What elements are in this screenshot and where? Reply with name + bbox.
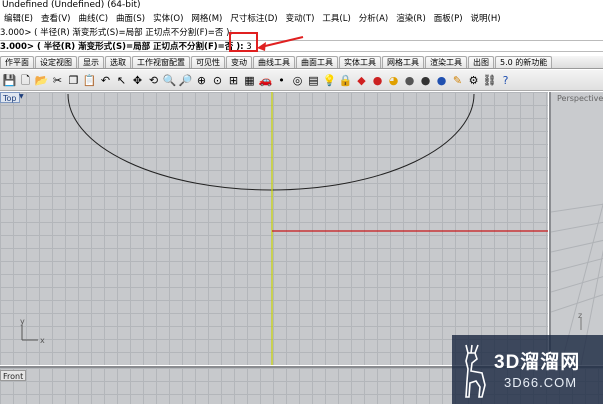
paste-icon[interactable]: 📋 (82, 73, 97, 88)
axis-label-z: z (578, 311, 582, 320)
copy-icon[interactable]: ❐ (66, 73, 81, 88)
tab-visibility[interactable]: 可见性 (191, 56, 225, 68)
viewport-top[interactable]: y x Top ▼ (0, 92, 548, 365)
help-icon[interactable]: ? (498, 73, 513, 88)
perspective-grid: z (551, 202, 603, 365)
tab-display[interactable]: 显示 (78, 56, 104, 68)
window-title: Undefined (Undefined) (64-bit) (0, 0, 603, 12)
arc-curve (67, 93, 475, 191)
command-prompt: 3.000> ( 半径(R) 渐变形式(S)=局部 正切点不分割(F)=否 ): (0, 42, 244, 52)
menu-analyze[interactable]: 分析(A) (355, 12, 392, 26)
menu-help[interactable]: 说明(H) (467, 12, 505, 26)
lock-icon[interactable]: 🔒 (338, 73, 353, 88)
menu-solid[interactable]: 实体(O) (149, 12, 187, 26)
watermark-logo: 3D溜溜网 3D66.COM (452, 335, 603, 404)
render-icon[interactable]: ● (418, 73, 433, 88)
menu-view[interactable]: 查看(V) (37, 12, 74, 26)
tab-drafting[interactable]: 出图 (468, 56, 494, 68)
gear-icon[interactable]: ⚙ (466, 73, 481, 88)
tab-new-in-v5[interactable]: 5.0 的新功能 (495, 56, 553, 68)
standard-toolbar: 💾 🗋 📂 ✂ ❐ 📋 ↶ ↖ ✥ ⟲ 🔍 🔎 ⊕ ⊙ ⊞ ▦ 🚗 • ◎ ▤ … (0, 70, 603, 91)
rotate-view-icon[interactable]: ⟲ (146, 73, 161, 88)
zoom-selected-icon[interactable]: ⊙ (210, 73, 225, 88)
watermark-url: 3D66.COM (504, 375, 578, 390)
select-icon[interactable]: ↖ (114, 73, 129, 88)
sphere-icon[interactable]: ● (402, 73, 417, 88)
material-icon[interactable]: ● (370, 73, 385, 88)
tab-surface-tools[interactable]: 曲面工具 (296, 56, 338, 68)
point-icon[interactable]: • (274, 73, 289, 88)
layer-icon[interactable]: ◆ (354, 73, 369, 88)
tab-solid-tools[interactable]: 实体工具 (339, 56, 381, 68)
zoom-window-icon[interactable]: 🔎 (178, 73, 193, 88)
pan-icon[interactable]: ✥ (130, 73, 145, 88)
highlight-box (229, 32, 258, 52)
deer-logo-icon (465, 344, 486, 398)
four-view-icon[interactable]: ⊞ (226, 73, 241, 88)
viewport-label-front[interactable]: Front (0, 370, 27, 381)
pen-icon[interactable]: ✎ (450, 73, 465, 88)
zoom-extents-icon[interactable]: ⊕ (194, 73, 209, 88)
cut-icon[interactable]: ✂ (50, 73, 65, 88)
tab-curve-tools[interactable]: 曲线工具 (253, 56, 295, 68)
annotation-arrow (257, 36, 304, 51)
menu-dimension[interactable]: 尺寸标注(D) (226, 12, 281, 26)
menu-surface[interactable]: 曲面(S) (112, 12, 149, 26)
menu-render[interactable]: 渲染(R) (392, 12, 430, 26)
open-icon[interactable]: 📂 (34, 73, 49, 88)
menu-curve[interactable]: 曲线(C) (74, 12, 112, 26)
tab-render-tools[interactable]: 渲染工具 (425, 56, 467, 68)
tab-transform[interactable]: 变动 (226, 56, 252, 68)
menu-panels[interactable]: 面板(P) (430, 12, 467, 26)
light-icon[interactable]: 💡 (322, 73, 337, 88)
menu-transform[interactable]: 变动(T) (282, 12, 319, 26)
menu-bar: 编辑(E) 查看(V) 曲线(C) 曲面(S) 实体(O) 网格(M) 尺寸标注… (0, 12, 603, 26)
menu-mesh[interactable]: 网格(M) (187, 12, 226, 26)
tab-set-view[interactable]: 设定视图 (35, 56, 77, 68)
axis-label-x: x (40, 336, 45, 345)
zoom-icon[interactable]: 🔍 (162, 73, 177, 88)
viewport-label-top[interactable]: Top (0, 92, 20, 103)
new-file-icon[interactable]: 🗋 (18, 73, 33, 88)
undo-icon[interactable]: ↶ (98, 73, 113, 88)
viewport-perspective[interactable]: z Perspective (549, 92, 603, 365)
toolbar-tabs: 作平面 设定视图 显示 选取 工作视窗配置 可见性 变动 曲线工具 曲面工具 实… (0, 56, 603, 69)
snap-icon[interactable]: ◎ (290, 73, 305, 88)
color-wheel-icon[interactable]: ◕ (386, 73, 401, 88)
tab-select[interactable]: 选取 (105, 56, 131, 68)
viewport-top-canvas: y x (20, 92, 548, 365)
save-icon[interactable]: 💾 (2, 73, 17, 88)
grid-icon[interactable]: ▦ (242, 73, 257, 88)
axis-label-y: y (20, 317, 25, 326)
watermark-brand: 3D溜溜网 (494, 352, 581, 373)
tab-viewport-layout[interactable]: 工作视窗配置 (132, 56, 190, 68)
chevron-down-icon[interactable]: ▼ (19, 94, 25, 100)
link-icon[interactable]: ⛓ (482, 73, 497, 88)
menu-tools[interactable]: 工具(L) (318, 12, 354, 26)
render-preview-icon[interactable]: ● (434, 73, 449, 88)
car-icon[interactable]: 🚗 (258, 73, 273, 88)
viewport-label-perspective[interactable]: Perspective (557, 94, 603, 103)
properties-icon[interactable]: ▤ (306, 73, 321, 88)
tab-mesh-tools[interactable]: 网格工具 (382, 56, 424, 68)
menu-edit[interactable]: 编辑(E) (0, 12, 37, 26)
tab-workplane[interactable]: 作平面 (0, 56, 34, 68)
